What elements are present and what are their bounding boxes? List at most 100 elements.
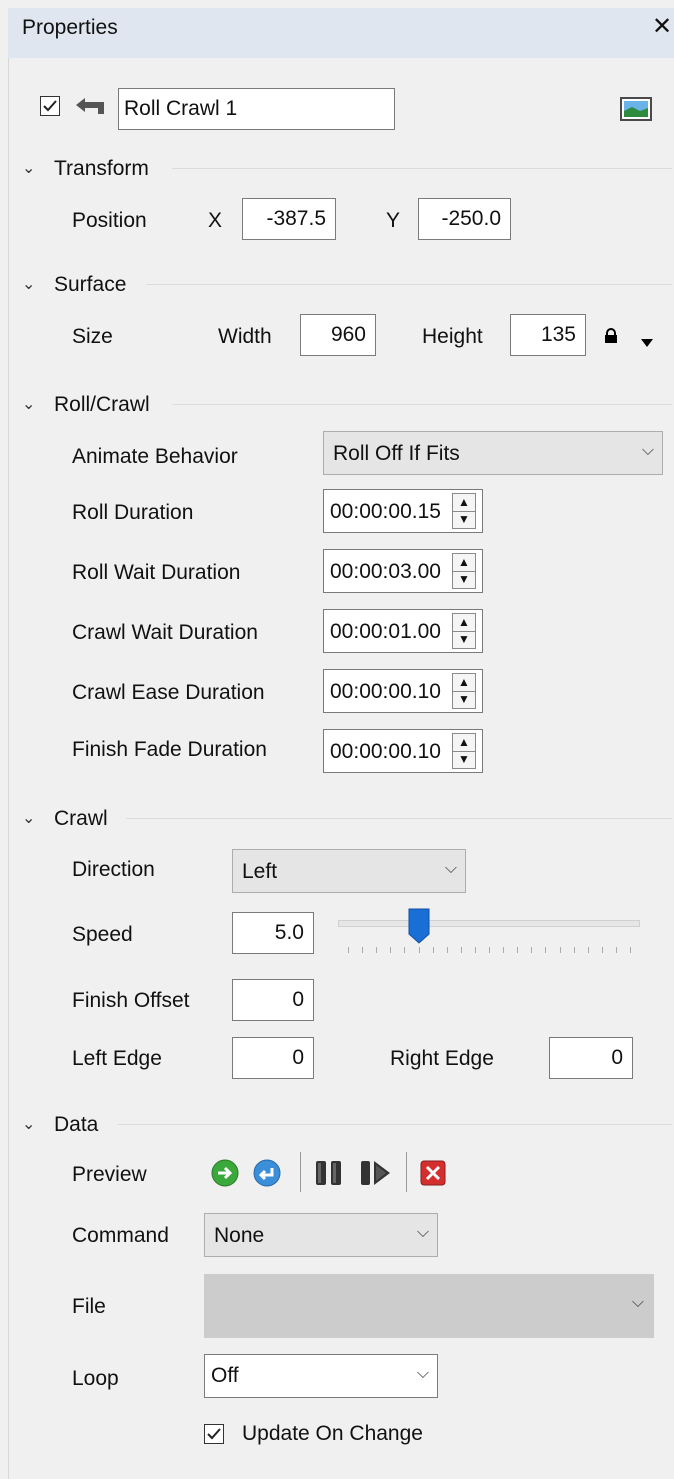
divider: [172, 168, 672, 169]
spin-up-icon[interactable]: ▲: [453, 614, 475, 632]
image-icon[interactable]: [620, 97, 652, 121]
update-on-change-checkbox[interactable]: [204, 1424, 224, 1444]
layer-enabled-checkbox[interactable]: [40, 96, 60, 116]
update-on-change-label[interactable]: Update On Change: [242, 1422, 423, 1446]
roll-duration-spinner[interactable]: 00:00:00.15 ▲ ▼: [323, 489, 483, 533]
direction-label: Direction: [72, 858, 155, 881]
finish-offset-input[interactable]: 0: [232, 979, 314, 1021]
width-label: Width: [218, 325, 272, 348]
lock-icon[interactable]: [604, 326, 618, 343]
crawl-wait-value: 00:00:01.00: [330, 620, 441, 643]
slider-tick: [531, 947, 533, 953]
section-surface-title[interactable]: Surface: [54, 273, 126, 297]
finish-fade-value: 00:00:00.10: [330, 740, 441, 763]
direction-value: Left: [242, 860, 278, 883]
crawl-ease-value: 00:00:00.10: [330, 680, 441, 703]
section-data-title[interactable]: Data: [54, 1113, 98, 1137]
stop-icon[interactable]: [420, 1160, 446, 1186]
step-forward-icon[interactable]: [360, 1160, 392, 1186]
position-x-input[interactable]: -387.5: [242, 198, 336, 240]
slider-tick: [615, 947, 617, 953]
slider-tick: [432, 947, 434, 953]
spin-down-icon[interactable]: ▼: [453, 511, 475, 528]
crawl-ease-spinner[interactable]: 00:00:00.10 ▲ ▼: [323, 669, 483, 713]
slider-tick: [362, 947, 364, 953]
height-label: Height: [422, 325, 483, 348]
speed-slider-track[interactable]: [338, 920, 640, 927]
command-value: None: [214, 1224, 265, 1247]
surface-chevron-icon[interactable]: ⌄: [22, 274, 35, 294]
crawl-chevron-icon[interactable]: ⌄: [22, 808, 35, 828]
loop-select[interactable]: Off ⌵: [204, 1354, 438, 1398]
position-y-input[interactable]: -250.0: [418, 198, 511, 240]
spin-down-icon[interactable]: ▼: [453, 691, 475, 708]
right-edge-input[interactable]: 0: [549, 1037, 633, 1079]
divider: [172, 404, 672, 405]
layer-name-input[interactable]: Roll Crawl 1: [118, 88, 395, 130]
back-arrow-icon[interactable]: [74, 96, 108, 118]
toolbar-separator: [300, 1152, 301, 1192]
command-select[interactable]: None ⌵: [204, 1213, 438, 1257]
animate-behavior-select[interactable]: Roll Off If Fits ⌵: [323, 431, 663, 475]
size-label: Size: [72, 325, 113, 348]
spin-down-icon[interactable]: ▼: [453, 571, 475, 588]
file-select[interactable]: ⌵: [204, 1274, 654, 1338]
roll-duration-value: 00:00:00.15: [330, 500, 441, 523]
speed-slider-thumb[interactable]: [408, 908, 430, 944]
chevron-down-icon: ⌵: [641, 442, 654, 459]
divider: [126, 818, 672, 819]
transform-chevron-icon[interactable]: ⌄: [22, 158, 35, 178]
toolbar-separator: [406, 1152, 407, 1192]
slider-tick: [601, 947, 603, 953]
roll-wait-spinner[interactable]: 00:00:03.00 ▲ ▼: [323, 549, 483, 593]
chevron-down-icon: ⌵: [416, 1365, 429, 1382]
slider-tick: [460, 947, 462, 953]
finish-fade-spinner[interactable]: 00:00:00.10 ▲ ▼: [323, 729, 483, 773]
rollcrawl-chevron-icon[interactable]: ⌄: [22, 394, 35, 414]
return-icon[interactable]: [252, 1158, 282, 1188]
spin-down-icon[interactable]: ▼: [453, 631, 475, 648]
section-crawl-title[interactable]: Crawl: [54, 807, 108, 831]
slider-tick: [489, 947, 490, 953]
roll-wait-label: Roll Wait Duration: [72, 561, 241, 584]
close-icon[interactable]: ✕: [652, 15, 672, 39]
direction-select[interactable]: Left ⌵: [232, 849, 466, 893]
slider-tick: [630, 947, 631, 953]
animate-behavior-label: Animate Behavior: [72, 445, 238, 468]
x-label: X: [208, 209, 223, 232]
slider-tick: [559, 947, 561, 953]
crawl-wait-label: Crawl Wait Duration: [72, 621, 258, 644]
slider-tick: [587, 947, 589, 953]
right-edge-label: Right Edge: [390, 1047, 494, 1070]
data-chevron-icon[interactable]: ⌄: [22, 1114, 35, 1134]
speed-label: Speed: [72, 923, 133, 946]
section-rollcrawl-title[interactable]: Roll/Crawl: [54, 393, 150, 417]
spin-down-icon[interactable]: ▼: [453, 751, 475, 768]
spin-up-icon[interactable]: ▲: [453, 494, 475, 512]
roll-duration-label: Roll Duration: [72, 501, 194, 524]
dropdown-arrow-icon[interactable]: [640, 330, 654, 347]
crawl-ease-label: Crawl Ease Duration: [72, 681, 265, 704]
spin-up-icon[interactable]: ▲: [453, 734, 475, 752]
left-edge-input[interactable]: 0: [232, 1037, 314, 1079]
chevron-down-icon: ⌵: [416, 1224, 429, 1241]
slider-tick: [404, 947, 406, 953]
panel-title: Properties: [22, 16, 118, 39]
pause-icon[interactable]: [314, 1160, 344, 1186]
section-transform-title[interactable]: Transform: [54, 157, 149, 181]
spin-up-icon[interactable]: ▲: [453, 554, 475, 572]
chevron-down-icon: ⌵: [631, 1294, 644, 1311]
slider-tick: [446, 947, 448, 953]
left-edge-label: Left Edge: [72, 1047, 162, 1070]
play-icon[interactable]: [210, 1158, 240, 1188]
crawl-wait-spinner[interactable]: 00:00:01.00 ▲ ▼: [323, 609, 483, 653]
y-label: Y: [386, 209, 401, 232]
position-label: Position: [72, 209, 147, 232]
surface-height-input[interactable]: 135: [510, 314, 586, 356]
speed-input[interactable]: 5.0: [232, 912, 314, 954]
spin-up-icon[interactable]: ▲: [453, 674, 475, 692]
slider-tick: [348, 947, 349, 953]
loop-label: Loop: [72, 1367, 119, 1390]
finish-fade-label: Finish Fade Duration: [72, 738, 267, 761]
surface-width-input[interactable]: 960: [300, 314, 376, 356]
